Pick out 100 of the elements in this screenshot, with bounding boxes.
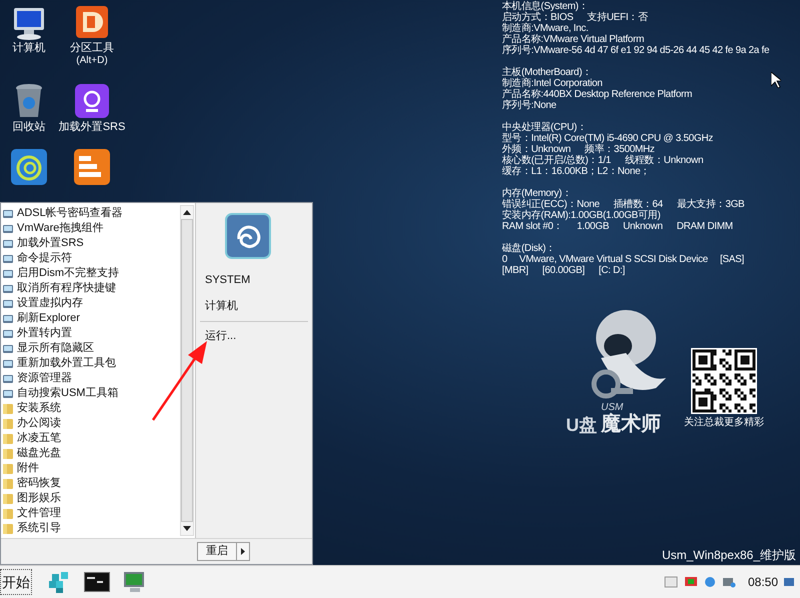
menu-link[interactable]: 计算机 — [205, 300, 312, 313]
computer-icon — [11, 6, 47, 40]
letter-d-icon — [74, 4, 110, 40]
recycle-bin-icon — [14, 83, 44, 119]
menu-item[interactable]: 刷新Explorer — [1, 311, 180, 326]
system-info-text: 频率：3500MHz — [584, 144, 655, 155]
tray-icon[interactable] — [704, 576, 716, 588]
console-icon[interactable] — [84, 572, 110, 592]
network-icon[interactable] — [722, 576, 736, 588]
menu-item[interactable]: 取消所有程序快捷键 — [1, 281, 180, 296]
menu-item[interactable]: 附件 — [1, 461, 180, 476]
folder-icon — [2, 492, 14, 504]
menu-item[interactable]: 显示所有隐藏区 — [1, 341, 180, 356]
desktop-icon-label[interactable]: 回收站 — [12, 121, 46, 134]
logo-text: USM — [601, 402, 624, 413]
system-info-text: 外频：Unknown — [502, 144, 571, 155]
tray-icon[interactable] — [664, 576, 678, 588]
program-icon — [2, 312, 14, 324]
system-info-text: 核心数(已开启/总数)：1/1 — [502, 155, 611, 166]
program-icon — [2, 342, 14, 354]
system-info-text: [MBR] — [502, 265, 528, 276]
system-info-text: 制造商:Intel Corporation — [502, 78, 602, 89]
display-icon[interactable] — [684, 576, 698, 588]
down-arrow-icon[interactable] — [183, 526, 191, 532]
start-button[interactable]: 开始 — [0, 569, 32, 595]
caret-icon — [241, 548, 245, 555]
system-info-text: 插槽数：64 — [613, 199, 663, 210]
menu-item[interactable]: 启用Dism不完整支持 — [1, 266, 180, 281]
system-info-text: 最大支持：3GB — [676, 199, 744, 210]
desktop-icon-label[interactable]: 加载外置SRS — [58, 121, 126, 134]
scrollbar[interactable] — [180, 205, 194, 536]
logo-text: 魔术师 — [601, 413, 661, 435]
cursor-icon — [771, 72, 781, 88]
menu-item[interactable]: 设置虚拟内存 — [1, 296, 180, 311]
menu-item[interactable]: ADSL帐号密码查看器 — [1, 206, 180, 221]
folder-icon — [2, 402, 14, 414]
system-info-text: 0 — [502, 254, 508, 265]
program-icon — [2, 208, 14, 220]
menu-item[interactable]: 自动搜索USM工具箱 — [1, 386, 180, 401]
folder-icon — [2, 522, 14, 534]
run-link[interactable]: 运行... — [205, 330, 312, 343]
system-info-text: 序列号:None — [502, 100, 556, 111]
qr-code — [691, 348, 757, 414]
menu-item[interactable]: 磁盘光盘 — [1, 446, 180, 461]
system-info-text: RAM slot #0： — [502, 221, 563, 232]
edition-label: Usm_Win8pex86_维护版 — [662, 548, 796, 562]
menu-item[interactable]: 系统引导 — [1, 521, 180, 536]
system-info-text: 产品名称:VMware Virtual Platform — [502, 34, 644, 45]
user-name[interactable]: SYSTEM — [205, 274, 312, 287]
system-info-text: [C: D:] — [598, 265, 625, 276]
menu-item[interactable]: 外置转内置 — [1, 326, 180, 341]
system-info-text: VMware, VMware Virtual S SCSI Disk Device — [519, 254, 708, 265]
folder-icon — [2, 418, 14, 430]
show-desktop-icon[interactable] — [784, 576, 794, 588]
folder-icon — [2, 478, 14, 490]
system-info-text: 型号：Intel(R) Core(TM) i5-4690 CPU @ 3.50GHz — [502, 133, 713, 144]
menu-item[interactable]: 冰凌五笔 — [1, 431, 180, 446]
menu-item[interactable]: 文件管理 — [1, 506, 180, 521]
menu-item[interactable]: 安装系统 — [1, 401, 180, 416]
system-info-text: 1.00GB — [576, 221, 609, 232]
folder-icon — [2, 432, 14, 444]
system-info-text: 启动方式：BIOS — [502, 12, 574, 23]
program-icon — [2, 268, 14, 280]
program-icon — [2, 388, 14, 400]
menu-item[interactable]: 办公阅读 — [1, 416, 180, 431]
system-info-text: 错误纠正(ECC)：None — [502, 199, 600, 210]
program-icon — [2, 358, 14, 370]
system-info-text: [60.00GB] — [542, 265, 585, 276]
program-icon — [2, 282, 14, 294]
shortcut-hint: (Alt+D) — [76, 55, 108, 67]
system-info-text: Unknown — [623, 221, 663, 232]
program-icon — [2, 252, 14, 264]
desktop-icon-label[interactable]: 计算机 — [12, 42, 46, 55]
menu-item[interactable]: 加载外置SRS — [1, 236, 180, 251]
desktop-icon-label[interactable]: 分区工具 — [70, 42, 114, 55]
menu-item[interactable]: 密码恢复 — [1, 476, 180, 491]
menu-item[interactable]: 图形娱乐 — [1, 491, 180, 506]
scrollbar-thumb[interactable] — [181, 219, 193, 522]
system-info-text: 安装内存(RAM):1.00GB(1.00GB可用) — [502, 210, 660, 221]
logo-text: U盘 — [566, 415, 597, 435]
system-info-text: 缓存：L1：16.00KB；L2：None； — [502, 166, 650, 177]
system-info-text: 线程数：Unknown — [624, 155, 704, 166]
clock[interactable]: 08:50 — [748, 575, 778, 589]
system-info-text: 中央处理器(CPU)： — [502, 122, 586, 133]
system-info-text: 制造商:VMware, Inc. — [502, 23, 588, 34]
up-arrow-icon[interactable] — [183, 209, 191, 215]
menu-item[interactable]: 资源管理器 — [1, 371, 180, 386]
menu-item[interactable]: VmWare拖拽组件 — [1, 221, 180, 236]
folder-icon — [2, 462, 14, 474]
folder-icon — [2, 448, 14, 460]
menu-item[interactable]: 命令提示符 — [1, 251, 180, 266]
program-icon — [2, 298, 14, 310]
system-info-text: DRAM DIMM — [676, 221, 733, 232]
program-icon — [2, 328, 14, 340]
menu-item[interactable]: 重新加载外置工具包 — [1, 356, 180, 371]
drive-letters-icon — [73, 148, 111, 186]
system-info-text: 磁盘(Disk)： — [502, 243, 556, 254]
system-info-text: 内存(Memory)： — [502, 188, 572, 199]
folder-icon — [2, 508, 14, 520]
program-icon — [2, 372, 14, 384]
